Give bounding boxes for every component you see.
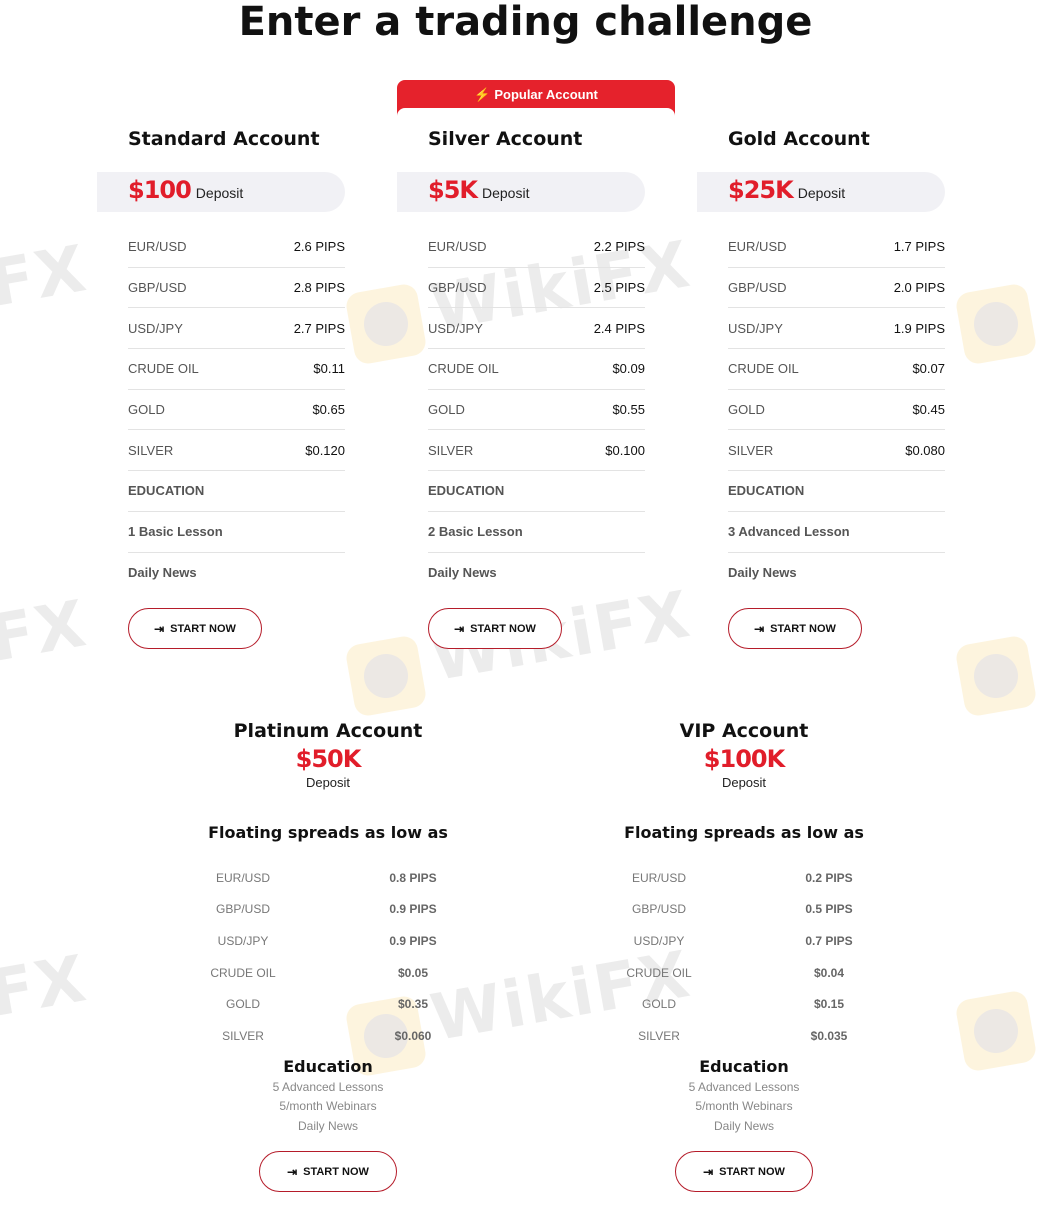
deposit-bar: $25K Deposit (697, 172, 945, 212)
deposit-amount: $100K (703, 745, 785, 773)
spread-row: USD/JPY 2.7 PIPS (128, 308, 345, 350)
spread-table: EUR/USD 0.2 PIPS GBP/USD 0.5 PIPS USD/JPY 0… (594, 862, 894, 1052)
education-row: Daily News (728, 565, 797, 581)
education-heading: Education (699, 1056, 789, 1076)
deposit-label: Deposit (305, 775, 351, 790)
deposit-bar: $100 Deposit (97, 172, 345, 212)
account-title: Gold Account (728, 128, 870, 150)
watermark-text-partial: FX (0, 587, 93, 677)
spread-row: EUR/USD 2.6 PIPS (128, 227, 345, 268)
spread-row: USD/JPY 0.9 PIPS (217, 933, 437, 948)
sign-in-icon: ⇥ (754, 621, 765, 636)
spread-table: EUR/USD 2.6 PIPS GBP/USD 2.8 PIPS USD/JPY 2… (128, 227, 345, 593)
watermark-logo-icon (954, 634, 1038, 718)
watermark-logo-icon (344, 634, 428, 718)
account-card-platinum: Platinum Account $50K Deposit Floating s… (178, 718, 478, 1193)
spread-row: SILVER $0.035 (638, 1028, 848, 1043)
spread-row: GOLD $0.65 (128, 390, 345, 431)
spread-row: SILVER $0.060 (222, 1028, 432, 1043)
education-item: 5 Advanced Lessons (272, 1079, 384, 1094)
watermark-text-partial: FX (0, 232, 93, 322)
spread-row: GBP/USD 2.0 PIPS (728, 268, 945, 309)
education-row: 2 Basic Lesson (428, 512, 645, 553)
deposit-label: Deposit (482, 185, 530, 201)
spread-row: USD/JPY 0.7 PIPS (633, 933, 853, 948)
spread-row: SILVER $0.120 (128, 430, 345, 472)
spread-row: CRUDE OIL $0.05 (210, 965, 429, 980)
page-title: Enter a trading challenge (238, 0, 813, 45)
spread-row: SILVER $0.080 (728, 430, 945, 472)
spread-row: GBP/USD 0.9 PIPS (215, 902, 437, 917)
deposit-amount: $100 Deposit (128, 176, 244, 204)
deposit-label: Deposit (195, 185, 244, 201)
education-row: EDUCATION (428, 471, 645, 512)
sign-in-icon: ⇥ (287, 1164, 298, 1179)
start-now-button[interactable]: ⇥ START NOW (259, 1151, 397, 1193)
education-item: Daily News (713, 1118, 774, 1133)
education-item: 5/month Webinars (279, 1099, 377, 1114)
spread-table: EUR/USD 1.7 PIPS GBP/USD 2.0 PIPS USD/JPY 1… (728, 227, 945, 593)
start-now-button[interactable]: ⇥ START NOW (675, 1151, 813, 1193)
education-row: EDUCATION (728, 471, 945, 512)
spread-row: GBP/USD 0.5 PIPS (631, 902, 853, 917)
spreads-heading: Floating spreads as low as (208, 823, 448, 842)
deposit-label: Deposit (721, 775, 767, 790)
deposit-bar: $5K Deposit (397, 172, 645, 212)
start-now-button[interactable]: ⇥ START NOW (428, 608, 562, 649)
spread-row: EUR/USD 0.8 PIPS (215, 870, 437, 885)
deposit-label: Deposit (797, 185, 846, 201)
watermark-logo-icon (344, 282, 428, 366)
start-now-button[interactable]: ⇥ START NOW (128, 608, 262, 649)
education-row: 3 Advanced Lesson (728, 512, 945, 553)
spread-row: EUR/USD 1.7 PIPS (728, 227, 945, 268)
education-item: 5 Advanced Lessons (688, 1079, 800, 1094)
spread-row: CRUDE OIL $0.07 (728, 349, 945, 390)
watermark-logo-icon (954, 989, 1038, 1073)
account-title: Silver Account (428, 128, 583, 150)
education-item: 5/month Webinars (695, 1099, 793, 1114)
account-title: Standard Account (128, 128, 320, 150)
sign-in-icon: ⇥ (154, 621, 165, 636)
account-title: VIP Account (679, 720, 809, 742)
deposit-amount: $5K Deposit (428, 176, 530, 204)
spread-row: GBP/USD 2.8 PIPS (128, 268, 345, 309)
sign-in-icon: ⇥ (454, 621, 465, 636)
education-row: Daily News (428, 565, 497, 581)
spread-row: USD/JPY 1.9 PIPS (728, 308, 945, 350)
spread-row: EUR/USD 2.2 PIPS (428, 227, 645, 268)
education-row: Daily News (128, 565, 197, 581)
spread-row: GOLD $0.45 (728, 390, 945, 431)
spread-row: CRUDE OIL $0.09 (428, 349, 645, 390)
deposit-amount: $25K Deposit (728, 176, 846, 204)
deposit-amount: $50K (295, 745, 362, 773)
spread-table: EUR/USD 2.2 PIPS GBP/USD 2.5 PIPS USD/JPY 2… (428, 227, 645, 593)
education-heading: Education (283, 1056, 373, 1076)
spread-row: SILVER $0.100 (428, 430, 645, 472)
education-item: Daily News (297, 1118, 358, 1133)
spread-row: CRUDE OIL $0.04 (626, 965, 845, 980)
spread-row: EUR/USD 0.2 PIPS (631, 870, 853, 885)
spread-row: GOLD $0.55 (428, 390, 645, 431)
spreads-heading: Floating spreads as low as (624, 823, 864, 842)
spread-row: GBP/USD 2.5 PIPS (428, 268, 645, 309)
account-card-vip: VIP Account $100K Deposit Floating sprea… (594, 718, 894, 1193)
bolt-icon: ⚡ (474, 87, 491, 102)
spread-row: CRUDE OIL $0.11 (128, 349, 345, 390)
start-now-button[interactable]: ⇥ START NOW (728, 608, 862, 649)
popular-account-badge: ⚡ Popular Account (397, 80, 675, 116)
account-title: Platinum Account (233, 720, 423, 742)
spread-row: USD/JPY 2.4 PIPS (428, 308, 645, 350)
watermark-logo-icon (954, 282, 1038, 366)
education-row: EDUCATION (128, 471, 345, 512)
education-row: 1 Basic Lesson (128, 512, 345, 553)
spread-table: EUR/USD 0.8 PIPS GBP/USD 0.9 PIPS USD/JPY 0… (178, 862, 478, 1052)
sign-in-icon: ⇥ (703, 1164, 714, 1179)
spread-row: GOLD $0.15 (641, 997, 845, 1012)
watermark-text-partial: FX (0, 942, 93, 1032)
spread-row: GOLD $0.35 (225, 997, 429, 1012)
